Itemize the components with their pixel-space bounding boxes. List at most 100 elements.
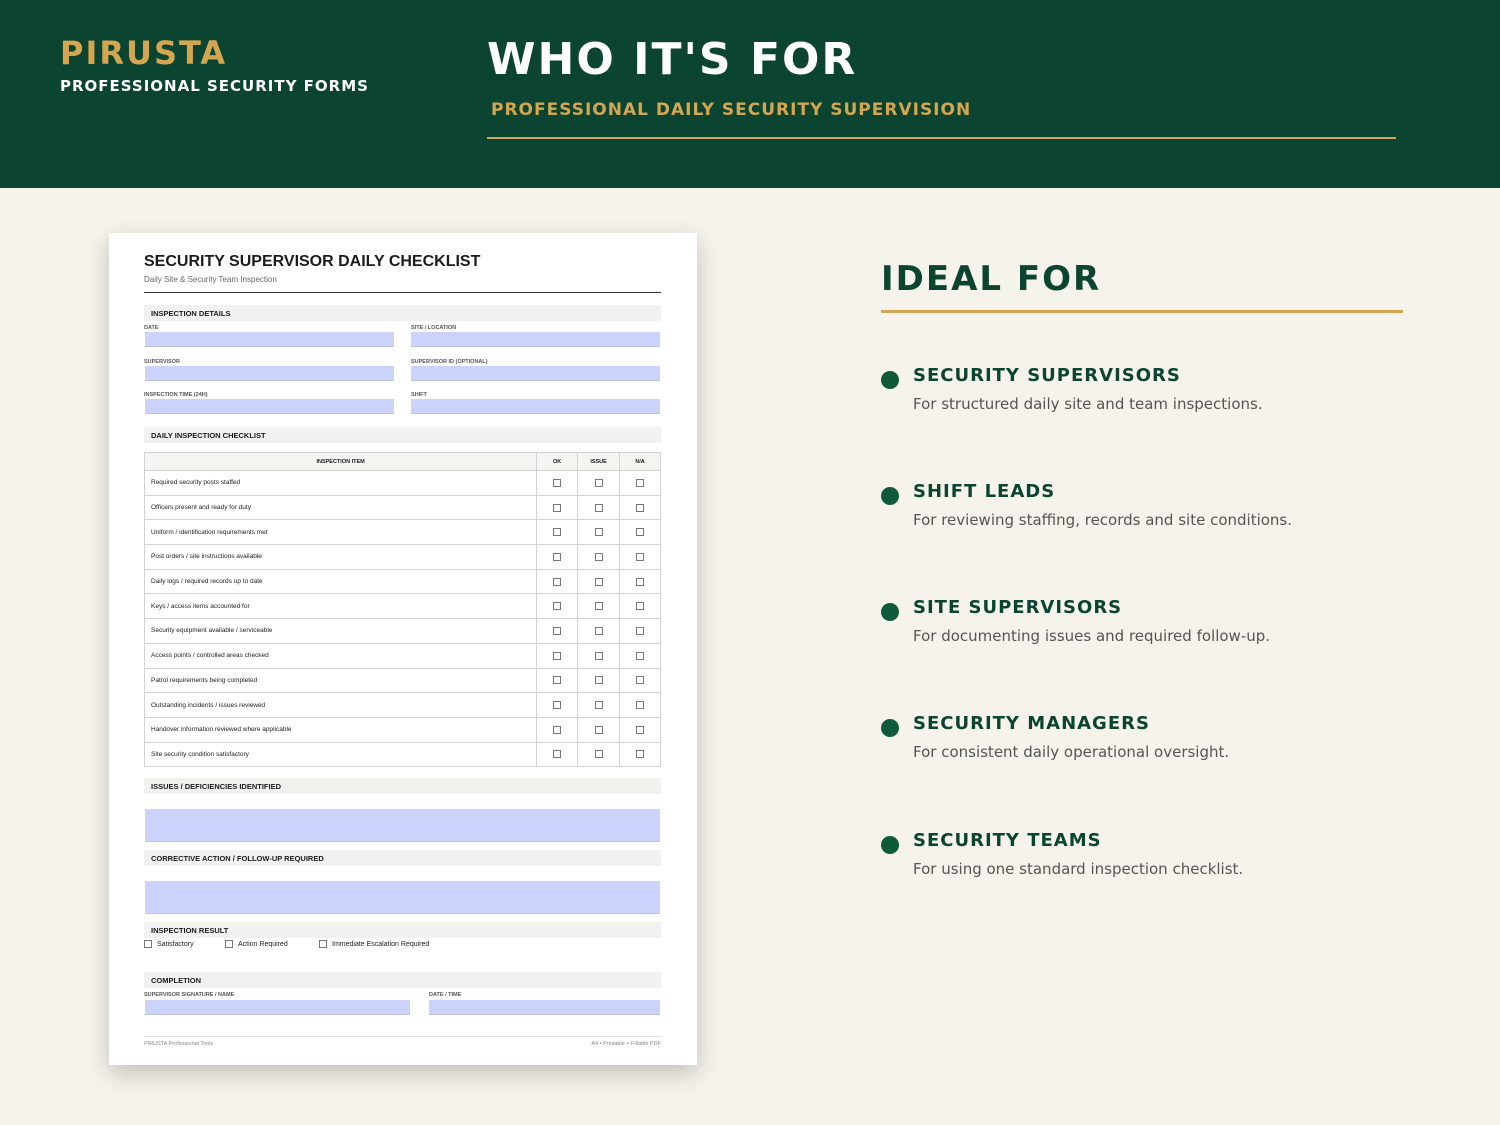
checkbox-icon[interactable] bbox=[594, 528, 603, 537]
checkbox-icon[interactable] bbox=[144, 940, 152, 948]
checkbox-icon[interactable] bbox=[553, 503, 562, 512]
checkbox-cell-issue bbox=[577, 568, 621, 595]
checkbox-icon[interactable] bbox=[225, 940, 233, 948]
supervisor-field[interactable] bbox=[145, 366, 394, 381]
checkbox-cell-issue bbox=[577, 741, 621, 768]
checkbox-icon[interactable] bbox=[553, 602, 562, 611]
ideal-for-divider bbox=[881, 310, 1403, 313]
checkbox-icon[interactable] bbox=[553, 577, 562, 586]
checkbox-icon[interactable] bbox=[553, 701, 562, 710]
checklist-row: Site security condition satisfactory bbox=[143, 741, 661, 768]
bullet-dot-icon bbox=[881, 371, 899, 389]
checkbox-cell-na bbox=[619, 667, 661, 694]
checklist-row: Security equipment available / serviceab… bbox=[143, 618, 661, 644]
checkbox-cell-na bbox=[619, 642, 661, 669]
checkbox-cell-ok bbox=[536, 692, 579, 718]
col-ok: OK bbox=[536, 452, 579, 471]
checkbox-icon[interactable] bbox=[636, 577, 645, 586]
bullet-dot-icon bbox=[881, 836, 899, 854]
section-daily-checklist: DAILY INSPECTION CHECKLIST bbox=[144, 427, 661, 443]
audience-title: SITE SUPERVISORS bbox=[913, 597, 1123, 618]
checkbox-cell-ok bbox=[536, 618, 579, 644]
checklist-item-label: Handover information reviewed where appl… bbox=[143, 716, 538, 743]
inspection-time-field[interactable] bbox=[145, 399, 394, 414]
checkbox-icon[interactable] bbox=[594, 478, 603, 487]
result-satisfactory[interactable]: Satisfactory bbox=[144, 940, 194, 948]
form-footer-brand: PIRUSTA Professional Tools bbox=[144, 1041, 214, 1047]
checkbox-icon[interactable] bbox=[594, 651, 603, 660]
checklist-row: Outstanding incidents / issues reviewed bbox=[143, 692, 661, 718]
checkbox-icon[interactable] bbox=[594, 503, 603, 512]
checkbox-icon[interactable] bbox=[594, 602, 603, 611]
checkbox-icon[interactable] bbox=[553, 651, 562, 660]
checkbox-icon[interactable] bbox=[553, 676, 562, 685]
checkbox-cell-issue bbox=[577, 470, 621, 496]
checkbox-icon[interactable] bbox=[636, 651, 645, 660]
site-field[interactable] bbox=[411, 332, 660, 347]
checklist-row: Officers present and ready for duty bbox=[143, 494, 661, 521]
brand-tagline: PROFESSIONAL SECURITY FORMS bbox=[60, 77, 369, 95]
checkbox-cell-na bbox=[619, 568, 661, 595]
checklist-row: Access points / controlled areas checked bbox=[143, 642, 661, 669]
checkbox-icon[interactable] bbox=[636, 725, 645, 734]
form-footer-format: A4 • Printable + Fillable PDF bbox=[591, 1041, 661, 1047]
checkbox-cell-ok bbox=[536, 519, 579, 546]
checkbox-cell-issue bbox=[577, 642, 621, 669]
checkbox-icon[interactable] bbox=[636, 701, 645, 710]
checkbox-icon[interactable] bbox=[553, 552, 562, 561]
checkbox-icon[interactable] bbox=[553, 750, 562, 759]
date-field[interactable] bbox=[145, 332, 394, 347]
section-inspection-details: INSPECTION DETAILS bbox=[144, 305, 661, 321]
checkbox-icon[interactable] bbox=[553, 626, 562, 635]
inspection-time-label: INSPECTION TIME (24H) bbox=[144, 392, 208, 398]
supervisor-id-field[interactable] bbox=[411, 366, 660, 381]
result-immediate-escalation[interactable]: Immediate Escalation Required bbox=[319, 940, 429, 948]
checklist-row: Uniform / identification requirements me… bbox=[143, 519, 661, 546]
checkbox-icon[interactable] bbox=[553, 478, 562, 487]
checkbox-icon[interactable] bbox=[636, 676, 645, 685]
header-band: PIRUSTA PROFESSIONAL SECURITY FORMS WHO … bbox=[0, 0, 1500, 188]
audience-title: SECURITY SUPERVISORS bbox=[913, 365, 1181, 386]
brand-name: PIRUSTA bbox=[60, 34, 228, 72]
checkbox-icon[interactable] bbox=[636, 626, 645, 635]
checkbox-icon[interactable] bbox=[594, 701, 603, 710]
checklist-row: Patrol requirements being completed bbox=[143, 667, 661, 694]
shift-label: SHIFT bbox=[411, 392, 427, 398]
checklist-table: INSPECTION ITEM OK ISSUE N/A Required se… bbox=[143, 452, 661, 768]
result-action-required[interactable]: Action Required bbox=[225, 940, 288, 948]
checkbox-icon[interactable] bbox=[594, 577, 603, 586]
shift-field[interactable] bbox=[411, 399, 660, 414]
checkbox-icon[interactable] bbox=[636, 503, 645, 512]
checkbox-icon[interactable] bbox=[553, 725, 562, 734]
checklist-item-label: Patrol requirements being completed bbox=[143, 667, 538, 694]
checkbox-icon[interactable] bbox=[594, 626, 603, 635]
checklist-row: Required security posts staffed bbox=[143, 470, 661, 496]
checkbox-cell-na bbox=[619, 593, 661, 620]
checkbox-icon[interactable] bbox=[319, 940, 327, 948]
checkbox-icon[interactable] bbox=[594, 750, 603, 759]
corrective-action-field[interactable] bbox=[145, 881, 660, 914]
col-na: N/A bbox=[619, 452, 661, 471]
checklist-item-label: Officers present and ready for duty bbox=[143, 494, 538, 521]
checkbox-icon[interactable] bbox=[636, 528, 645, 537]
issues-field[interactable] bbox=[145, 809, 660, 842]
header-divider bbox=[487, 137, 1396, 139]
checkbox-icon[interactable] bbox=[636, 478, 645, 487]
date-label: DATE bbox=[144, 325, 159, 331]
datetime-field[interactable] bbox=[429, 1000, 660, 1015]
checkbox-cell-na bbox=[619, 519, 661, 546]
checkbox-icon[interactable] bbox=[594, 725, 603, 734]
checkbox-icon[interactable] bbox=[636, 552, 645, 561]
checkbox-cell-na bbox=[619, 494, 661, 521]
checkbox-cell-ok bbox=[536, 716, 579, 743]
site-label: SITE / LOCATION bbox=[411, 325, 457, 331]
checkbox-icon[interactable] bbox=[594, 676, 603, 685]
checklist-item-label: Post orders / site instructions availabl… bbox=[143, 544, 538, 570]
checklist-item-label: Access points / controlled areas checked bbox=[143, 642, 538, 669]
signature-field[interactable] bbox=[145, 1000, 410, 1015]
checkbox-icon[interactable] bbox=[553, 528, 562, 537]
checkbox-icon[interactable] bbox=[594, 552, 603, 561]
checkbox-icon[interactable] bbox=[636, 750, 645, 759]
checkbox-icon[interactable] bbox=[636, 602, 645, 611]
result-option-label: Satisfactory bbox=[157, 940, 194, 948]
